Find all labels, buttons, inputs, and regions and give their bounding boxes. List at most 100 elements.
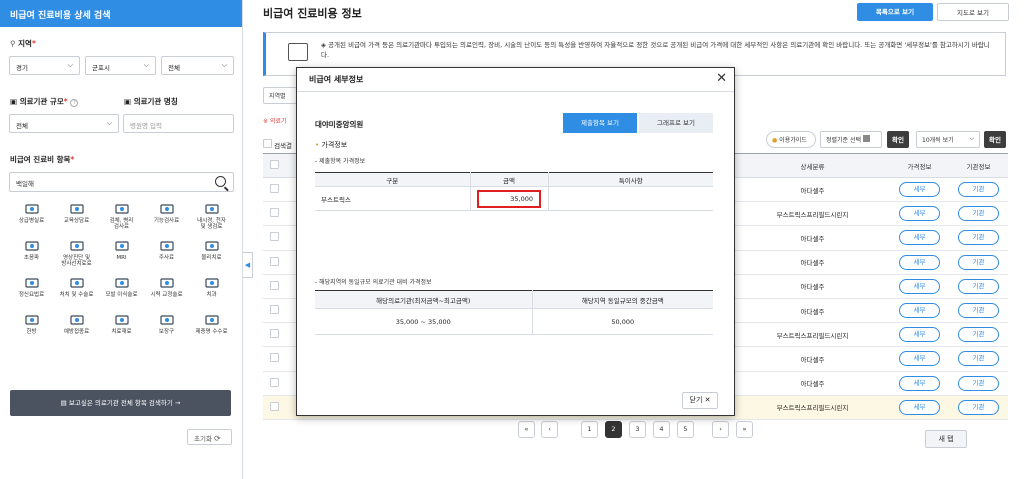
institution-button[interactable]: 기관 [958,278,999,294]
institution-button[interactable]: 기관 [958,375,999,391]
region-province-select[interactable]: 경기 ⌵ [9,56,80,75]
category-item[interactable]: 기능검사료 [144,199,189,236]
category-item[interactable]: 치료재료 [99,310,144,347]
row-checkbox[interactable] [269,280,279,290]
category-label: 한방 [26,329,37,335]
detail-button[interactable]: 세부 [899,327,940,343]
new-tab-button[interactable]: 새 탭 [925,430,967,448]
tab-submitted-items[interactable]: 제출항목 보기 [563,113,637,133]
institution-button[interactable]: 기관 [958,303,999,319]
category-label: 처치 및 수술료 [59,292,94,298]
sort-select[interactable]: 정렬기준 선택 [820,131,882,148]
col-category: 구분 [315,172,471,187]
category-item[interactable]: 예방접종료 [54,310,99,347]
institution-button[interactable]: 기관 [958,230,999,246]
page-size-confirm-button[interactable]: 확인 [984,131,1006,148]
detail-button[interactable]: 세부 [899,182,940,198]
row-checkbox[interactable] [269,232,279,242]
modal-close-button[interactable]: 닫기 ✕ [682,392,718,409]
category-item[interactable]: 교육상담료 [54,199,99,236]
detail-button[interactable]: 세부 [899,278,940,294]
size-select[interactable]: 전체 ⌵ [9,114,119,133]
modal-header: 비급여 세부정보 ✕ [297,68,734,92]
institution-button[interactable]: 기관 [958,206,999,222]
help-icon[interactable]: ? [70,99,79,107]
category-item[interactable]: 모발 이식술료 [99,273,144,310]
detail-button[interactable]: 세부 [899,230,940,246]
close-icon[interactable]: ✕ [716,71,727,86]
institution-button[interactable]: 기관 [958,254,999,270]
page-number-button[interactable]: 1 [581,421,598,438]
guide-button[interactable]: ● 이용가이드 [766,131,816,148]
row-checkbox[interactable] [269,329,279,339]
row-checkbox[interactable] [269,208,279,218]
category-item[interactable]: 검체, 병리 검사료 [99,199,144,236]
category-item[interactable]: 치과 [189,273,234,310]
detail-button[interactable]: 세부 [899,399,940,415]
row-checkbox[interactable] [269,256,279,266]
hospital-name-input[interactable]: 병원명 입력 [123,114,234,133]
physio-icon [203,239,221,253]
institution-button[interactable]: 기관 [958,351,999,367]
row-checkbox[interactable] [269,305,279,315]
row-checkbox[interactable] [269,184,279,194]
region-tab[interactable]: 지역별 [263,87,297,104]
row-checkbox[interactable] [269,401,279,411]
next-page-button[interactable]: › [712,421,729,438]
map-view-button[interactable]: 지도로 보기 [937,3,1009,21]
institution-button[interactable]: 기관 [958,182,999,198]
detail-button[interactable]: 세부 [899,206,940,222]
category-item[interactable]: 주사료 [144,236,189,273]
region-city-select[interactable]: 군포시 ⌵ [85,56,156,75]
row-checkbox[interactable] [269,377,279,387]
submitted-price-label: - 제출항목 가격정보 [315,158,366,165]
detail-button[interactable]: 세부 [899,375,940,391]
bed-icon [23,202,41,216]
detail-category-cell: 부스트릭스프리필드시린지 [735,395,890,420]
page-number-button[interactable]: 2 [605,421,622,438]
prev-page-button[interactable]: ‹ [541,421,558,438]
page-number-button[interactable]: 4 [653,421,670,438]
endoscope-icon [203,202,221,216]
institution-button[interactable]: 기관 [958,327,999,343]
page-number-button[interactable]: 3 [629,421,646,438]
category-item[interactable]: 정신요법료 [9,273,54,310]
item-search-input[interactable]: 백일해 [9,172,234,192]
page-number-button[interactable]: 5 [677,421,694,438]
last-page-button[interactable]: » [736,421,753,438]
category-item[interactable]: 내시경, 천자 및 생검료 [189,199,234,236]
counseling-icon [68,202,86,216]
header-checkbox[interactable] [269,160,279,169]
sort-confirm-button[interactable]: 확인 [887,131,909,148]
building-icon: ▣ [10,97,18,106]
certificate-icon [203,313,221,327]
category-item[interactable]: 영상진단 및 방사선치료료 [54,236,99,273]
category-item[interactable]: MRI [99,236,144,273]
detail-button[interactable]: 세부 [899,254,940,270]
category-item[interactable]: 초음파 [9,236,54,273]
page-size-select[interactable]: 10개씩 보기 ⌵ [916,131,980,148]
category-item[interactable]: 물리치료 [189,236,234,273]
category-item[interactable]: 시력 교정술료 [144,273,189,310]
item-name: 부스트릭스 [315,186,471,211]
category-item[interactable]: 한방 [9,310,54,347]
detail-button[interactable]: 세부 [899,303,940,319]
search-icon[interactable] [215,176,226,187]
tab-graph-view[interactable]: 그래프로 보기 [639,113,713,133]
select-all-checkbox[interactable] [263,139,272,148]
category-item[interactable]: 상급병실료 [9,199,54,236]
search-result-label: 검색결 [263,139,292,150]
detail-button[interactable]: 세부 [899,351,940,367]
first-page-button[interactable]: « [518,421,535,438]
category-item[interactable]: 보장구 [144,310,189,347]
detail-category-cell: 아다셀주 [735,346,890,372]
region-district-select[interactable]: 전체 ⌵ [161,56,234,75]
sidebar-collapse-toggle[interactable]: ◀ [243,252,253,278]
institution-button[interactable]: 기관 [958,399,999,415]
search-all-items-button[interactable]: ▤ 보고싶은 의료기관 전체 항목 검색하기 → [10,390,231,416]
category-item[interactable]: 제증명 수수료 [189,310,234,347]
list-view-button[interactable]: 목록으로 보기 [857,3,933,21]
reset-button[interactable]: 초기화 ⟳ [187,429,232,445]
category-item[interactable]: 처치 및 수술료 [54,273,99,310]
row-checkbox[interactable] [269,353,279,363]
